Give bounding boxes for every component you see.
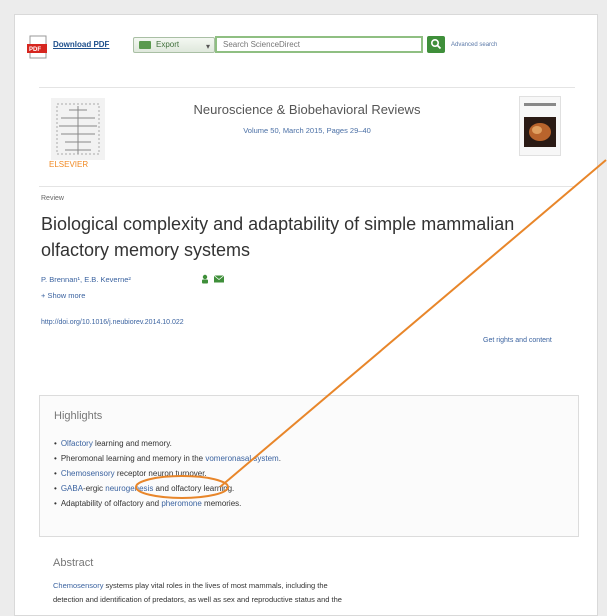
- highlight-item: • Chemosensory receptor neuron turnover.: [54, 469, 207, 478]
- journal-cover-image[interactable]: [519, 96, 561, 156]
- article-type: Review: [41, 195, 64, 202]
- term-link[interactable]: vomeronasal system: [205, 454, 278, 463]
- chevron-down-icon: ▾: [205, 42, 210, 51]
- term-link[interactable]: Olfactory: [61, 439, 93, 448]
- export-button[interactable]: Export ▾: [133, 37, 215, 53]
- search-button[interactable]: [427, 36, 445, 53]
- abstract-text: Chemosensory systems play vital roles in…: [53, 579, 593, 607]
- author-list[interactable]: P. Brennan¹, E.B. Keverne²: [41, 275, 131, 284]
- publisher-name: ELSEVIER: [49, 160, 89, 169]
- journal-header: ELSEVIER Neuroscience & Biobehavioral Re…: [39, 87, 575, 187]
- highlights-list: • Olfactory learning and memory. • Pheromo…: [54, 436, 281, 511]
- show-more-link[interactable]: + Show more: [41, 291, 85, 300]
- neurogenesis-link[interactable]: neurogenesis: [105, 484, 153, 493]
- article-page: PDF Download PDF Export ▾ Advanced searc…: [14, 14, 598, 616]
- search-input[interactable]: [215, 36, 423, 53]
- mail-icon: [213, 275, 225, 283]
- download-pdf-link[interactable]: Download PDF: [53, 40, 109, 49]
- term-link[interactable]: pheromone: [161, 499, 201, 508]
- term-link[interactable]: Chemosensory: [61, 469, 115, 478]
- person-icon: [202, 274, 208, 284]
- journal-volume[interactable]: Volume 50, March 2015, Pages 29–40: [39, 126, 575, 135]
- highlights-title: Highlights: [54, 410, 103, 422]
- search-icon: [430, 38, 442, 50]
- highlight-item: • Olfactory learning and memory.: [54, 439, 172, 448]
- author-icons[interactable]: [201, 274, 227, 284]
- export-label: Export: [156, 40, 180, 49]
- abstract-title: Abstract: [53, 557, 94, 569]
- highlight-item: • Pheromonal learning and memory in the v…: [54, 454, 281, 463]
- rights-link[interactable]: Get rights and content: [483, 337, 552, 344]
- doi-link[interactable]: http://doi.org/10.1016/j.neubiorev.2014.…: [41, 319, 184, 326]
- export-icon: [139, 41, 151, 49]
- advanced-search-link[interactable]: Advanced search: [451, 42, 497, 48]
- highlight-item: • GABA-ergic neurogenesis and olfactory l…: [54, 484, 235, 493]
- article-title-line: Biological complexity and adaptability o…: [41, 214, 515, 234]
- term-link[interactable]: GABA: [61, 484, 83, 493]
- article-title-line: olfactory memory systems: [41, 240, 251, 260]
- article-title: Biological complexity and adaptability o…: [41, 211, 581, 263]
- pdf-icon[interactable]: PDF: [27, 35, 49, 61]
- term-link[interactable]: Chemosensory: [53, 581, 103, 590]
- svg-text:PDF: PDF: [29, 47, 41, 53]
- toolbar: PDF Download PDF Export ▾ Advanced searc…: [15, 15, 597, 75]
- highlight-item: • Adaptability of olfactory and pheromone…: [54, 499, 242, 508]
- highlights-box: Highlights • Olfactory learning and memor…: [39, 395, 579, 537]
- journal-title[interactable]: Neuroscience & Biobehavioral Reviews: [39, 102, 575, 117]
- abstract-line: Chemosensory systems play vital roles in…: [53, 581, 328, 590]
- abstract-line: detection and identification of predator…: [53, 595, 342, 604]
